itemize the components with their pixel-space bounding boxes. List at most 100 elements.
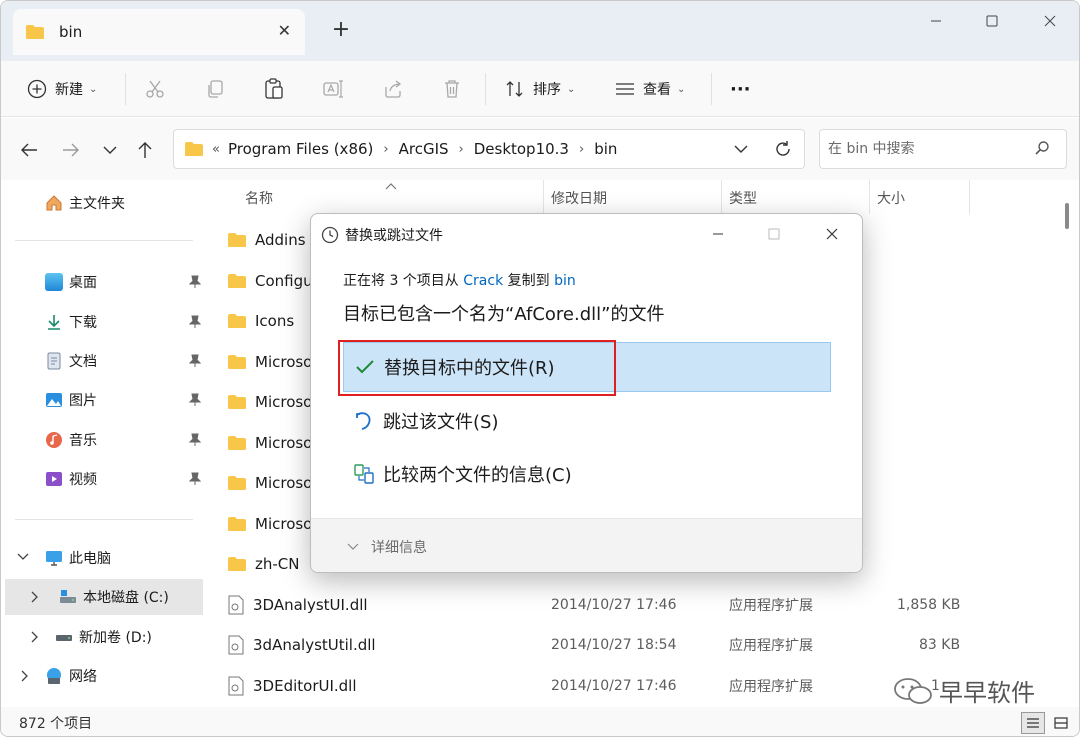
chevron-down-icon <box>103 146 117 154</box>
recent-locations-button[interactable] <box>98 138 122 162</box>
sidebar-item-label: 图片 <box>69 393 97 409</box>
sidebar-item-drive-d[interactable]: 新加卷 (D:) <box>1 619 207 655</box>
share-button[interactable] <box>383 61 403 117</box>
forward-button[interactable] <box>59 138 83 162</box>
view-label: 查看 <box>643 82 671 98</box>
item-size: 1,858 KB <box>897 597 961 613</box>
column-divider[interactable] <box>721 180 722 214</box>
column-header-modified[interactable]: 修改日期 <box>551 188 607 208</box>
refresh-icon[interactable] <box>774 140 792 158</box>
dialog-close-button[interactable] <box>817 222 847 246</box>
column-header-name[interactable]: 名称 <box>245 188 273 208</box>
network-icon <box>47 668 61 684</box>
sidebar-item-music[interactable]: 音乐 <box>1 422 207 458</box>
pin-icon[interactable] <box>189 315 201 329</box>
table-row[interactable]: 3DAnalystUI.dll 2014/10/27 17:46 应用程序扩展 … <box>227 585 1047 625</box>
pin-icon[interactable] <box>189 472 201 486</box>
cut-button[interactable] <box>145 61 165 117</box>
pin-icon[interactable] <box>189 275 201 289</box>
copy-button[interactable] <box>205 61 225 117</box>
scrollbar-thumb[interactable] <box>1065 203 1069 229</box>
dialog-minimize-button[interactable] <box>703 222 733 246</box>
chevron-right-icon[interactable] <box>21 670 29 682</box>
up-button[interactable] <box>133 138 157 162</box>
more-options-button[interactable]: ··· <box>730 61 751 117</box>
chevron-right-icon[interactable] <box>31 591 39 603</box>
sidebar-item-network[interactable]: 网络 <box>1 658 207 694</box>
column-divider[interactable] <box>869 180 870 214</box>
more-details-toggle[interactable]: 详细信息 <box>347 537 427 557</box>
undo-icon <box>353 411 375 431</box>
chevron-right-icon[interactable] <box>31 631 39 643</box>
plus-circle-icon <box>27 79 47 99</box>
maximize-button[interactable] <box>969 7 1015 35</box>
dll-file-icon <box>228 635 244 655</box>
tab-close-icon[interactable]: ✕ <box>278 21 291 40</box>
navigation-bar: « Program Files (x86) › ArcGIS › Desktop… <box>1 118 1079 180</box>
tiles-view-button[interactable] <box>1049 712 1073 734</box>
sidebar-item-drive-c[interactable]: 本地磁盘 (C:) <box>5 579 203 615</box>
column-divider[interactable] <box>543 180 544 214</box>
item-name: Microso <box>255 474 313 492</box>
compare-files-option[interactable]: 比较两个文件的信息(C) <box>343 449 831 499</box>
item-name: 3DEditorUI.dll <box>253 677 357 695</box>
document-icon <box>47 352 61 370</box>
pin-icon[interactable] <box>189 433 201 447</box>
column-divider[interactable] <box>969 180 970 214</box>
minimize-icon <box>931 20 941 22</box>
message-text: 复制到 <box>503 273 555 289</box>
tab-bin[interactable]: bin ✕ <box>13 9 305 55</box>
details-view-button[interactable] <box>1021 712 1045 734</box>
column-header-size[interactable]: 大小 <box>877 188 905 208</box>
divider <box>125 73 126 105</box>
sidebar-item-pictures[interactable]: 图片 <box>1 382 207 418</box>
address-bar[interactable]: « Program Files (x86) › ArcGIS › Desktop… <box>173 129 805 169</box>
new-button[interactable]: 新建 ⌄ <box>27 61 97 117</box>
sidebar-item-this-pc[interactable]: 此电脑 <box>1 540 207 576</box>
back-button[interactable] <box>17 138 41 162</box>
sidebar-item-documents[interactable]: 文档 <box>1 343 207 379</box>
breadcrumb-overflow[interactable]: « <box>212 142 220 157</box>
pin-icon[interactable] <box>189 354 201 368</box>
item-type: 应用程序扩展 <box>729 598 813 614</box>
item-name: Icons <box>255 312 295 330</box>
dialog-maximize-button[interactable] <box>759 222 789 246</box>
breadcrumb-item[interactable]: Desktop10.3 <box>474 140 569 158</box>
search-box[interactable] <box>819 129 1067 169</box>
sidebar-item-label: 新加卷 (D:) <box>79 630 152 646</box>
divider <box>485 73 486 105</box>
rename-button[interactable] <box>323 61 345 117</box>
copy-icon <box>208 80 223 98</box>
sort-button[interactable]: 排序 ⌄ <box>505 61 575 117</box>
column-header-type[interactable]: 类型 <box>729 188 757 208</box>
destination-link[interactable]: bin <box>554 273 576 289</box>
chevron-down-icon[interactable] <box>734 144 748 154</box>
sidebar-item-home[interactable]: 主文件夹 <box>1 185 207 221</box>
breadcrumb-item[interactable]: Program Files (x86) <box>228 140 373 158</box>
table-row[interactable]: 3dAnalystUtil.dll 2014/10/27 18:54 应用程序扩… <box>227 625 1047 665</box>
breadcrumb-item[interactable]: bin <box>594 140 617 158</box>
vertical-scrollbar[interactable] <box>1061 191 1075 705</box>
skip-file-option[interactable]: 跳过该文件(S) <box>343 396 831 446</box>
minimize-button[interactable] <box>913 7 959 35</box>
search-input[interactable] <box>828 138 1028 160</box>
compare-icon <box>353 464 375 484</box>
sidebar-item-videos[interactable]: 视频 <box>1 461 207 497</box>
sidebar-item-desktop[interactable]: 桌面 <box>1 264 207 300</box>
pin-icon[interactable] <box>189 393 201 407</box>
close-button[interactable] <box>1027 7 1073 35</box>
item-type: 应用程序扩展 <box>729 638 813 654</box>
delete-button[interactable] <box>442 61 462 117</box>
view-button[interactable]: 查看 ⌄ <box>615 61 685 117</box>
drive-icon <box>60 590 76 603</box>
source-link[interactable]: Crack <box>463 273 503 289</box>
breadcrumb-item[interactable]: ArcGIS <box>399 140 449 158</box>
chevron-down-icon: ⌄ <box>567 83 576 95</box>
new-tab-button[interactable]: + <box>329 17 353 42</box>
chevron-down-icon[interactable] <box>17 553 29 561</box>
video-icon <box>46 472 62 486</box>
chevron-right-icon: › <box>383 141 389 157</box>
sidebar-item-downloads[interactable]: 下载 <box>1 304 207 340</box>
option-label: 比较两个文件的信息(C) <box>383 465 572 486</box>
paste-button[interactable] <box>264 61 284 117</box>
